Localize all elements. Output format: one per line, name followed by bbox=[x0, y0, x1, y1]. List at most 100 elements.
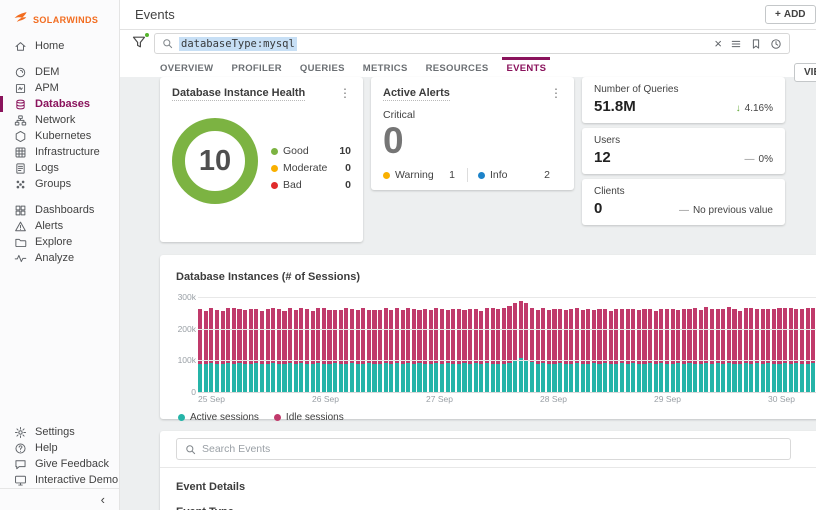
session-bar bbox=[310, 310, 315, 392]
history-icon[interactable] bbox=[770, 38, 782, 50]
idle-sessions-segment bbox=[276, 309, 281, 364]
idle-sessions-segment bbox=[428, 309, 433, 364]
idle-sessions-segment bbox=[743, 308, 748, 364]
session-bar bbox=[501, 308, 506, 392]
sidebar-item-alerts[interactable]: Alerts bbox=[0, 218, 119, 234]
events-panel-card: Event Details Event Type bbox=[160, 431, 816, 510]
alerts-item-label: Info bbox=[490, 169, 508, 181]
sidebar-item-label: Help bbox=[35, 442, 58, 454]
active-sessions-segment bbox=[743, 363, 748, 392]
kebab-menu-icon[interactable]: ⋮ bbox=[550, 87, 562, 99]
session-bar bbox=[766, 309, 771, 392]
sidebar-item-dem[interactable]: DEM bbox=[0, 64, 119, 80]
filter-active-badge bbox=[144, 32, 150, 38]
session-bar bbox=[546, 309, 551, 392]
session-bar bbox=[805, 308, 810, 392]
bookmark-icon[interactable] bbox=[750, 38, 762, 50]
sidebar-item-label: Groups bbox=[35, 178, 72, 190]
idle-sessions-segment bbox=[608, 310, 613, 364]
entity-tabs: OVERVIEW PROFILER QUERIES METRICS RESOURCES E… bbox=[120, 57, 816, 77]
sidebar-item-label: Interactive Demo bbox=[35, 474, 119, 486]
groups-icon bbox=[14, 178, 27, 191]
session-bar bbox=[574, 307, 579, 392]
analyze-icon bbox=[14, 252, 27, 265]
legend-value: 0 bbox=[345, 179, 351, 191]
health-donut: 10 bbox=[172, 118, 258, 204]
legend-dot bbox=[178, 414, 185, 421]
session-bar bbox=[288, 308, 293, 392]
idle-sessions-segment bbox=[456, 309, 461, 365]
sidebar-item-dashboards[interactable]: Dashboards bbox=[0, 202, 119, 218]
active-alerts-card: Active Alerts ⋮ Critical 0 Warning 1 Info 2 bbox=[371, 77, 574, 190]
sidebar-item-network[interactable]: Network bbox=[0, 112, 119, 128]
events-search-box bbox=[176, 438, 791, 460]
sidebar-item-infrastructure[interactable]: Infrastructure bbox=[0, 144, 119, 160]
active-sessions-segment bbox=[338, 364, 343, 392]
events-search-input[interactable] bbox=[202, 443, 782, 455]
session-bar bbox=[321, 307, 326, 392]
stat-change: ↓ 4.16% bbox=[736, 103, 773, 114]
session-bar bbox=[338, 309, 343, 392]
infrastructure-icon bbox=[14, 146, 27, 159]
sidebar-item-logs[interactable]: Logs bbox=[0, 160, 119, 176]
idle-sessions-segment bbox=[670, 309, 675, 364]
health-legend-row-bad: Bad 0 bbox=[271, 179, 351, 191]
sidebar-item-home[interactable]: Home bbox=[0, 38, 119, 54]
tab-resources[interactable]: RESOURCES bbox=[424, 57, 491, 77]
kebab-menu-icon[interactable]: ⋮ bbox=[339, 87, 351, 99]
nav-group: Dashboards Alerts Explore Analyze bbox=[0, 202, 119, 266]
tab-events[interactable]: EVENTS bbox=[502, 57, 551, 77]
sidebar-item-explore[interactable]: Explore bbox=[0, 234, 119, 250]
sidebar-item-analyze[interactable]: Analyze bbox=[0, 250, 119, 266]
active-sessions-segment bbox=[220, 363, 225, 392]
saved-queries-icon[interactable] bbox=[730, 38, 742, 50]
session-bar bbox=[417, 310, 422, 392]
active-sessions-segment bbox=[591, 363, 596, 392]
add-button[interactable]: + ADD bbox=[765, 5, 816, 24]
search-query-value[interactable]: databaseType:mysql bbox=[179, 36, 297, 51]
idle-sessions-segment bbox=[693, 308, 698, 364]
clear-search-icon[interactable]: × bbox=[714, 37, 722, 50]
idle-sessions-segment bbox=[490, 308, 495, 365]
active-sessions-segment bbox=[288, 363, 293, 392]
session-bar bbox=[400, 310, 405, 392]
session-bar bbox=[698, 310, 703, 392]
session-bar bbox=[316, 308, 321, 392]
idle-sessions-segment bbox=[366, 310, 371, 364]
tab-overview[interactable]: OVERVIEW bbox=[158, 57, 215, 77]
idle-sessions-segment bbox=[462, 309, 467, 364]
collapse-sidebar-icon[interactable]: ‹ bbox=[101, 492, 105, 507]
sidebar-item-groups[interactable]: Groups bbox=[0, 176, 119, 192]
session-bar bbox=[383, 308, 388, 392]
idle-sessions-segment bbox=[546, 309, 551, 364]
chart-legend-item-idle-sessions[interactable]: Idle sessions bbox=[273, 412, 344, 423]
sidebar-item-give-feedback[interactable]: Give Feedback bbox=[0, 456, 119, 472]
query-search-input[interactable]: databaseType:mysql × bbox=[154, 33, 790, 54]
active-sessions-segment bbox=[490, 364, 495, 392]
active-sessions-segment bbox=[496, 363, 501, 392]
idle-sessions-segment bbox=[400, 310, 405, 364]
session-bar bbox=[344, 308, 349, 392]
chart-legend-item-active-sessions[interactable]: Active sessions bbox=[178, 412, 259, 423]
tab-queries[interactable]: QUERIES bbox=[298, 57, 347, 77]
tab-metrics[interactable]: METRICS bbox=[361, 57, 410, 77]
sidebar-item-databases[interactable]: Databases bbox=[0, 96, 119, 112]
sidebar-item-kubernetes[interactable]: Kubernetes bbox=[0, 128, 119, 144]
sidebar-item-apm[interactable]: APM bbox=[0, 80, 119, 96]
active-sessions-segment bbox=[327, 363, 332, 392]
brand: SOLARWINDS bbox=[0, 0, 119, 29]
sidebar-item-settings[interactable]: Settings bbox=[0, 424, 119, 440]
idle-sessions-segment bbox=[406, 308, 411, 364]
sidebar-item-label: Network bbox=[35, 114, 76, 126]
session-bar bbox=[670, 309, 675, 392]
session-bar bbox=[749, 307, 754, 392]
y-axis-tick: 300k bbox=[177, 292, 196, 302]
filter-button[interactable] bbox=[131, 32, 150, 52]
active-sessions-segment bbox=[479, 363, 484, 392]
active-sessions-segment bbox=[282, 364, 287, 392]
idle-sessions-segment bbox=[501, 308, 506, 364]
tab-profiler[interactable]: PROFILER bbox=[229, 57, 283, 77]
sidebar-item-interactive-demo[interactable]: Interactive Demo bbox=[0, 472, 119, 488]
session-bar bbox=[226, 308, 231, 392]
sidebar-item-help[interactable]: Help bbox=[0, 440, 119, 456]
